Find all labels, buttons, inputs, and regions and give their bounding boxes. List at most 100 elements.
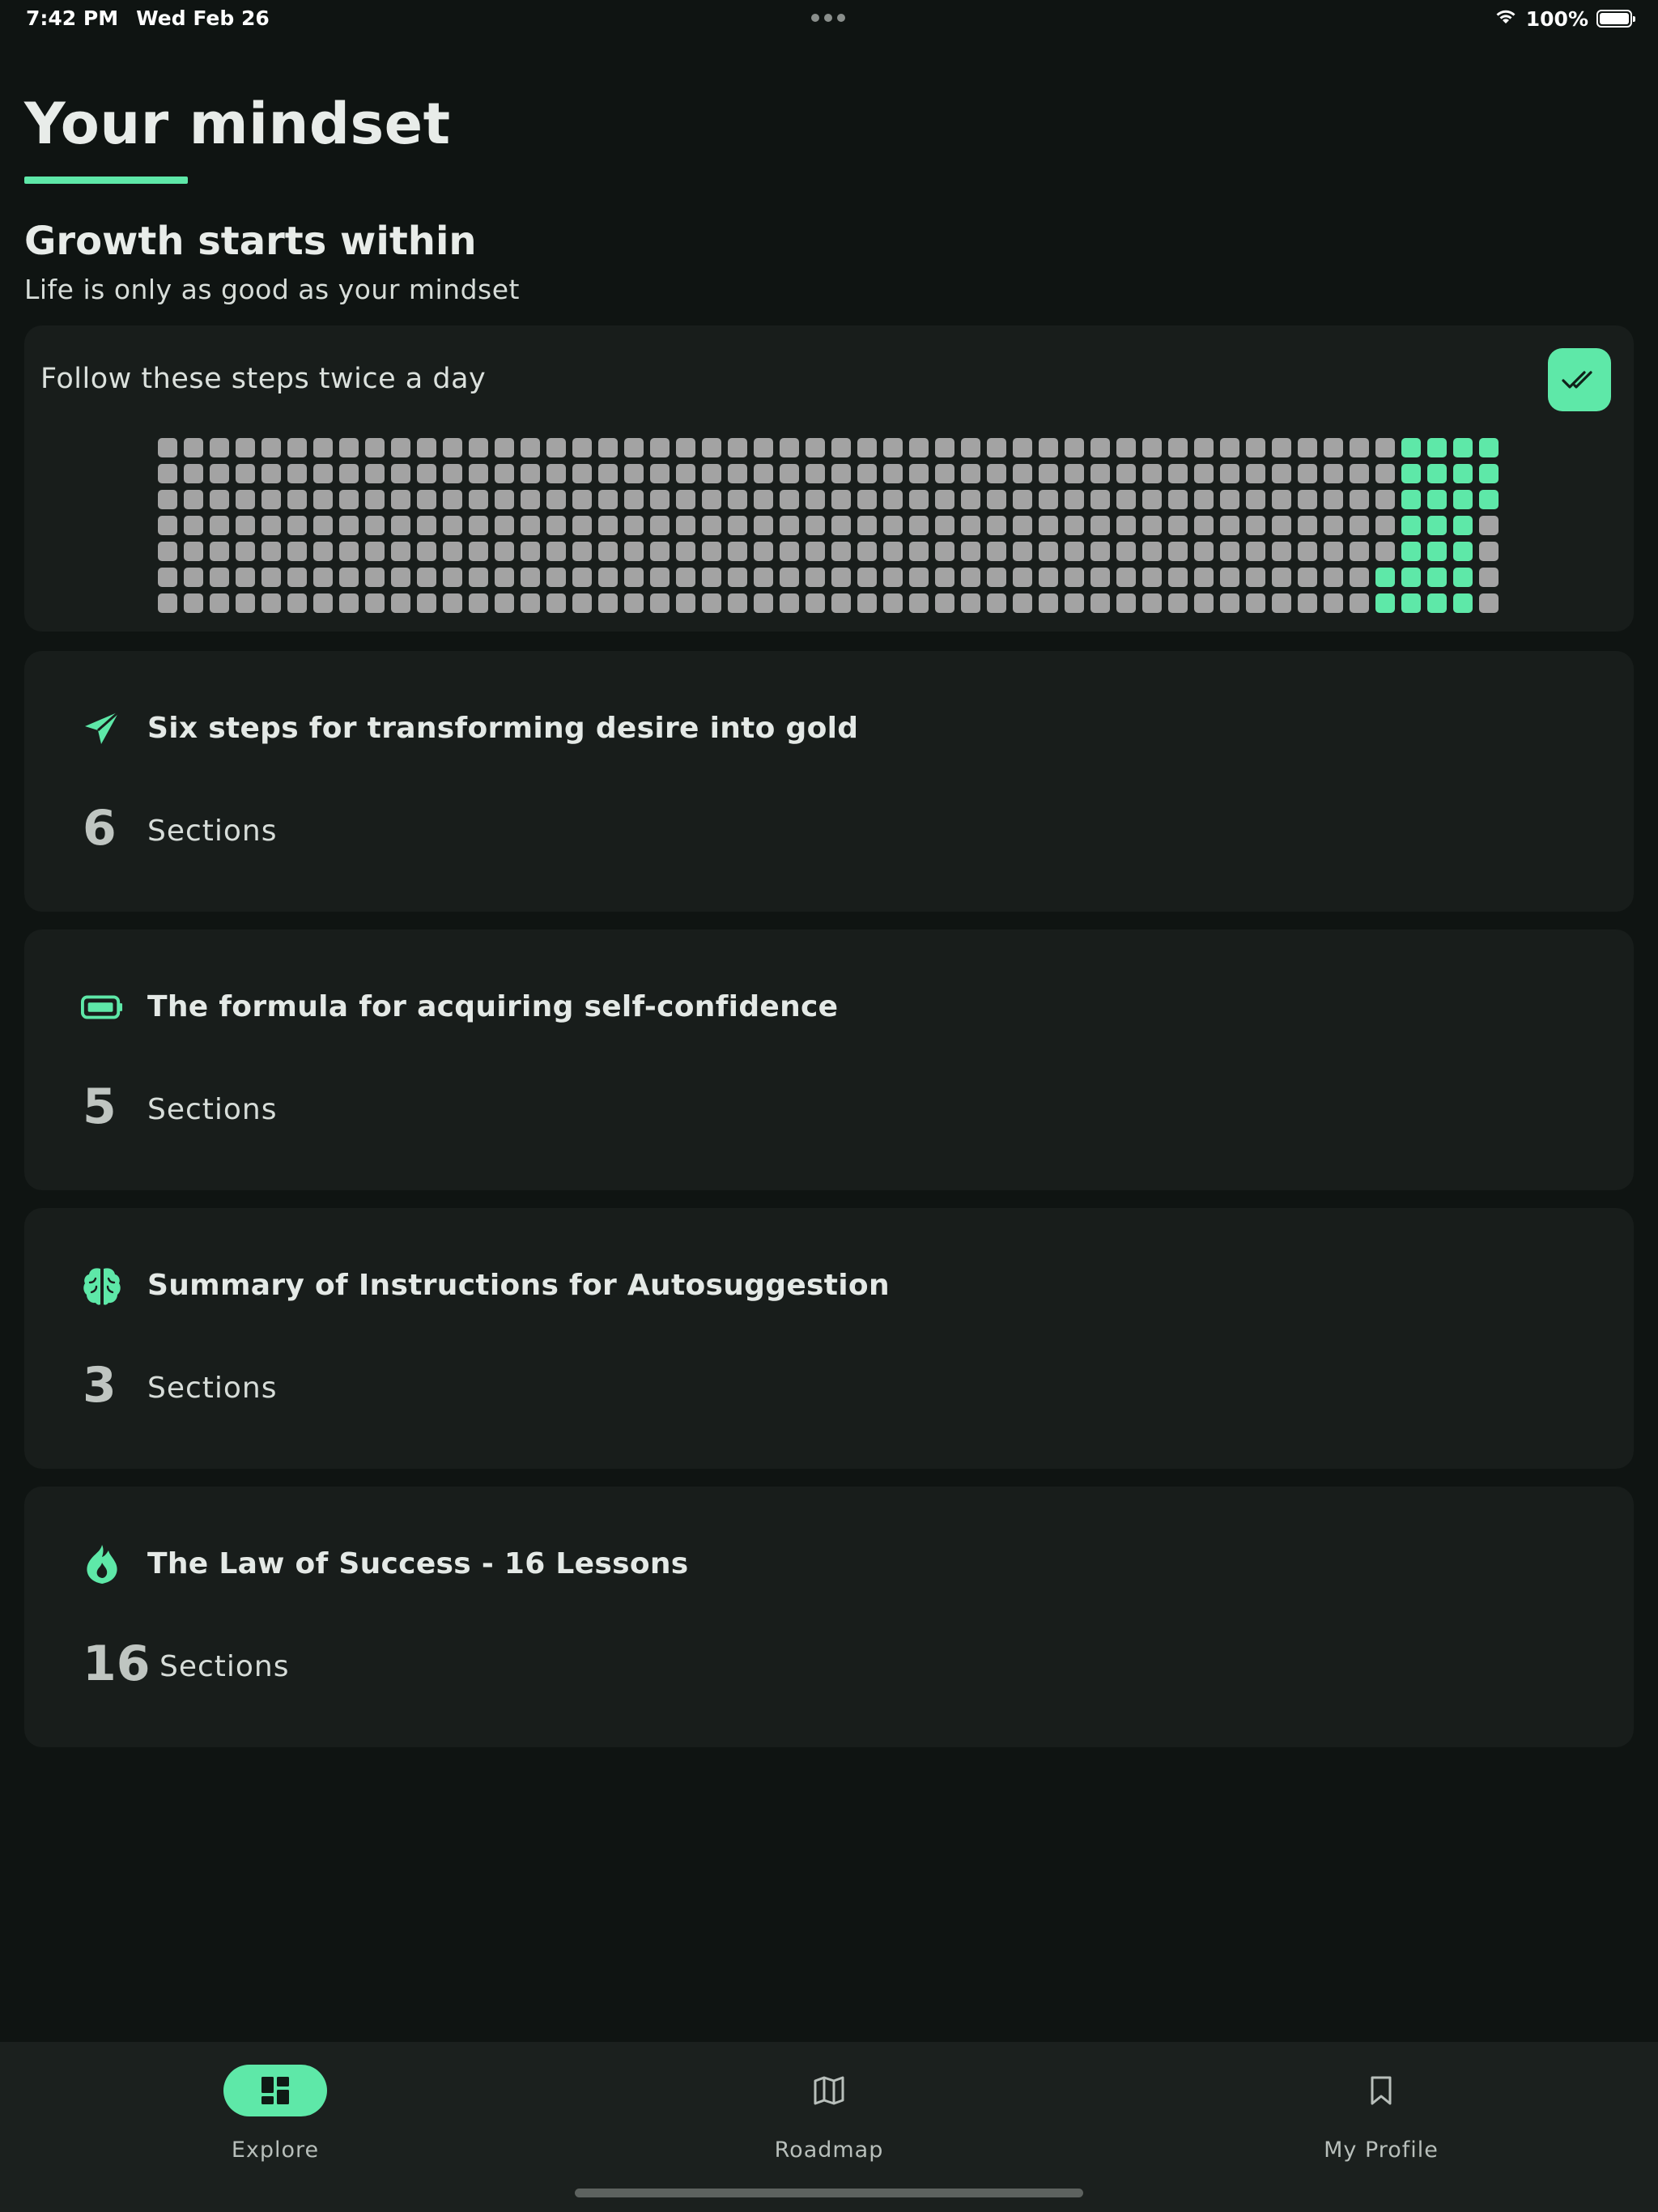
habit-cell-empty xyxy=(1479,542,1499,561)
habit-cell-empty xyxy=(1065,516,1084,535)
habit-cell-empty xyxy=(624,464,644,483)
topic-card-desire[interactable]: Six steps for transforming desire into g… xyxy=(24,651,1634,912)
habit-cell-empty xyxy=(184,568,203,587)
habit-cell-empty xyxy=(857,542,877,561)
habit-cell-done xyxy=(1427,516,1447,535)
habit-cell-empty xyxy=(365,438,385,457)
habit-cell-empty xyxy=(806,490,825,509)
habit-cell-empty xyxy=(365,490,385,509)
habit-cell-empty xyxy=(365,542,385,561)
habit-cell-empty xyxy=(521,438,540,457)
habit-cell-empty xyxy=(857,438,877,457)
habit-cell-empty xyxy=(1324,542,1343,561)
habit-cell-empty xyxy=(1013,490,1032,509)
habit-cell-empty xyxy=(961,542,980,561)
habit-cell-empty xyxy=(831,568,851,587)
topic-title: The formula for acquiring self-confidenc… xyxy=(147,990,839,1023)
habit-cell-empty xyxy=(1479,593,1499,613)
habit-cell-empty xyxy=(1324,438,1343,457)
habit-cell-empty xyxy=(1116,516,1136,535)
habit-cell-empty xyxy=(443,490,462,509)
paper-plane-icon xyxy=(81,708,123,750)
habit-cell-done xyxy=(1479,438,1499,457)
habit-cell-empty xyxy=(1220,593,1239,613)
habit-cell-empty xyxy=(1142,593,1162,613)
habit-cell-empty xyxy=(391,438,410,457)
nav-item-explore[interactable]: Explore xyxy=(154,2065,397,2163)
habit-cell-empty xyxy=(339,516,359,535)
habit-cell-empty xyxy=(339,490,359,509)
topic-card-self-confidence[interactable]: The formula for acquiring self-confidenc… xyxy=(24,929,1634,1190)
habit-cell-empty xyxy=(728,438,747,457)
habit-cell-empty xyxy=(935,490,954,509)
habit-cell-empty xyxy=(935,568,954,587)
habit-cell-empty xyxy=(261,568,281,587)
habit-cell-empty xyxy=(1039,438,1058,457)
habit-cell-empty xyxy=(1272,490,1291,509)
nav-item-roadmap[interactable]: Roadmap xyxy=(708,2065,950,2163)
habit-cell-empty xyxy=(287,568,307,587)
nav-item-my-profile[interactable]: My Profile xyxy=(1260,2065,1503,2163)
habit-cell-empty xyxy=(339,568,359,587)
habit-cell-empty xyxy=(572,490,592,509)
habit-cell-empty xyxy=(443,542,462,561)
habit-cell-empty xyxy=(184,593,203,613)
habit-cell-empty xyxy=(1375,490,1395,509)
habit-cell-empty xyxy=(469,438,488,457)
habit-cell-empty xyxy=(598,438,618,457)
habit-cell-empty xyxy=(1246,568,1265,587)
habit-cell-empty xyxy=(210,542,229,561)
battery-full-icon xyxy=(81,986,123,1028)
habit-cell-empty xyxy=(572,464,592,483)
habit-cell-empty xyxy=(236,568,255,587)
habit-cell-empty xyxy=(1142,568,1162,587)
habit-cell-empty xyxy=(598,593,618,613)
habit-cell-empty xyxy=(806,593,825,613)
habit-cell-empty xyxy=(1324,490,1343,509)
habit-cell-empty xyxy=(806,568,825,587)
habit-cell-empty xyxy=(391,593,410,613)
habit-cell-empty xyxy=(469,542,488,561)
habit-cell-empty xyxy=(650,516,670,535)
habit-cell-empty xyxy=(883,593,903,613)
habit-cell-empty xyxy=(1246,516,1265,535)
habit-cell-empty xyxy=(1298,516,1317,535)
multitasking-dots-icon[interactable] xyxy=(811,14,845,22)
habit-cell-empty xyxy=(313,542,333,561)
habit-cell-empty xyxy=(883,568,903,587)
habit-cell-empty xyxy=(313,464,333,483)
habit-cell-empty xyxy=(261,542,281,561)
habit-cell-empty xyxy=(1479,568,1499,587)
habit-cell-empty xyxy=(650,542,670,561)
habit-cell-empty xyxy=(1298,593,1317,613)
habit-cell-empty xyxy=(1298,490,1317,509)
habit-cell-empty xyxy=(572,568,592,587)
habit-cell-empty xyxy=(236,542,255,561)
habit-cell-empty xyxy=(1065,542,1084,561)
habit-cell-done xyxy=(1401,542,1421,561)
home-indicator[interactable] xyxy=(575,2189,1083,2197)
habit-cell-empty xyxy=(1090,464,1110,483)
habit-cell-empty xyxy=(391,542,410,561)
habit-cell-empty xyxy=(909,464,929,483)
habit-cell-empty xyxy=(1220,568,1239,587)
double-check-icon xyxy=(1562,371,1592,389)
habit-cell-empty xyxy=(987,568,1006,587)
topic-section-label: Sections xyxy=(147,1093,278,1126)
topic-section-label: Sections xyxy=(147,1372,278,1405)
habit-cell-empty xyxy=(598,490,618,509)
habit-cell-empty xyxy=(521,516,540,535)
mark-done-button[interactable] xyxy=(1548,348,1611,411)
habit-cell-empty xyxy=(210,568,229,587)
habit-cell-empty xyxy=(1065,593,1084,613)
habit-cell-done xyxy=(1427,464,1447,483)
section-subheading: Life is only as good as your mindset xyxy=(24,274,520,305)
topic-card-law-of-success[interactable]: The Law of Success - 16 Lessons 16 Secti… xyxy=(24,1487,1634,1747)
habit-cell-empty xyxy=(572,438,592,457)
habit-cell-empty xyxy=(1039,464,1058,483)
habit-cell-empty xyxy=(624,438,644,457)
topic-card-autosuggestion[interactable]: Summary of Instructions for Autosuggesti… xyxy=(24,1208,1634,1469)
topic-section-count: 16 xyxy=(83,1636,151,1692)
habit-cell-empty xyxy=(1039,490,1058,509)
habit-cell-empty xyxy=(1350,490,1369,509)
